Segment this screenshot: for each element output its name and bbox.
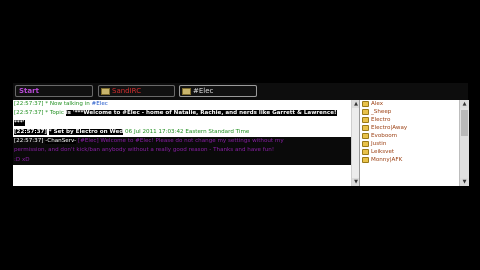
set-date-text: 06 Jul 2011 17:03:42 Eastern Standard Ti… [123,128,250,135]
notice-nick: -ChanServ- [45,138,77,145]
chat-log[interactable]: [22:57:37] * Now talking in #Elec [22:57… [13,100,351,186]
user-name: Leiksvet [371,149,395,155]
timestamp: [22:57:37] [14,110,44,117]
chat-line: permission, and don't kick/ban anybody w… [13,146,351,156]
user-item[interactable]: Leiksvet [360,148,460,156]
chat-line: :D xD [13,155,351,166]
timestamp-highlight: [22:57:37] [14,128,47,135]
set-by-text: * Set by Electro on Wed [48,128,124,135]
message-text: * Topic [45,110,66,117]
user-name: _Sheep [371,109,392,115]
notice-text-end: :D xD [14,156,30,163]
notice-text-cont: permission, and don't kick/ban anybody w… [14,147,275,154]
user-icon [362,117,369,123]
notice-text: [#Elec] Welcome to #Elec! Please do not … [76,138,284,145]
user-name: Alex [371,101,384,107]
tab-server-label: SandIRC [112,87,142,95]
user-name: Evoboom [371,133,398,139]
tab-start[interactable]: Start [15,85,93,97]
scroll-up-arrow-icon[interactable]: ▲ [460,100,469,108]
chat-line: [22:57:37] * Now talking in #Elec [13,100,351,109]
user-item[interactable]: Justin [360,140,460,148]
user-name: Electro [371,117,391,123]
channel-icon [182,88,191,95]
user-item[interactable]: Evoboom [360,132,460,140]
scroll-down-arrow-icon[interactable]: ▼ [460,178,469,186]
user-name: Justin [371,141,387,147]
tab-channel[interactable]: #Elec [179,85,257,97]
tab-bar: Start SandIRC #Elec [13,83,468,101]
user-item[interactable]: Monny|AFK [360,156,460,164]
chat-line: ***' [13,119,351,128]
user-item[interactable]: Alex [360,100,460,108]
chat-line: [22:57:37] -ChanServ- [#Elec] Welcome to… [13,137,351,147]
user-icon [362,141,369,147]
user-icon [362,157,369,163]
user-icon [362,109,369,115]
tab-server[interactable]: SandIRC [98,85,175,97]
user-name: Monny|AFK [371,157,403,163]
user-name: Electro|Away [371,125,408,131]
user-item[interactable]: _Sheep [360,108,460,116]
channel-link[interactable]: #Elec [92,101,108,107]
timestamp: [22:57:37] [14,138,44,145]
tab-start-label: Start [19,87,39,95]
user-item[interactable]: Electro|Away [360,124,460,132]
timestamp: [22:57:37] [14,101,44,107]
user-list-scrollbar[interactable]: ▲ ▼ [459,100,469,186]
user-icon [362,149,369,155]
tab-channel-label: #Elec [193,87,214,95]
topic-text: is '***Welcome to #Elec - home of Natali… [65,110,337,117]
server-icon [101,88,110,95]
chat-line: [22:57:37] * Set by Electro on Wed 06 Ju… [13,128,351,137]
irc-window: Start SandIRC #Elec [22:57:37] * Now tal… [13,83,469,186]
user-icon [362,125,369,131]
user-item[interactable]: Electro [360,116,460,124]
message-text: * Now talking in [45,101,92,107]
user-icon [362,133,369,139]
topic-text-cont: ***' [14,119,25,126]
user-icon [362,101,369,107]
chat-line: [22:57:37] * Topic is '***Welcome to #El… [13,109,351,118]
scroll-thumb[interactable] [461,110,468,136]
user-list[interactable]: Alex _Sheep Electro Electro|Away Evoboom… [359,100,460,186]
